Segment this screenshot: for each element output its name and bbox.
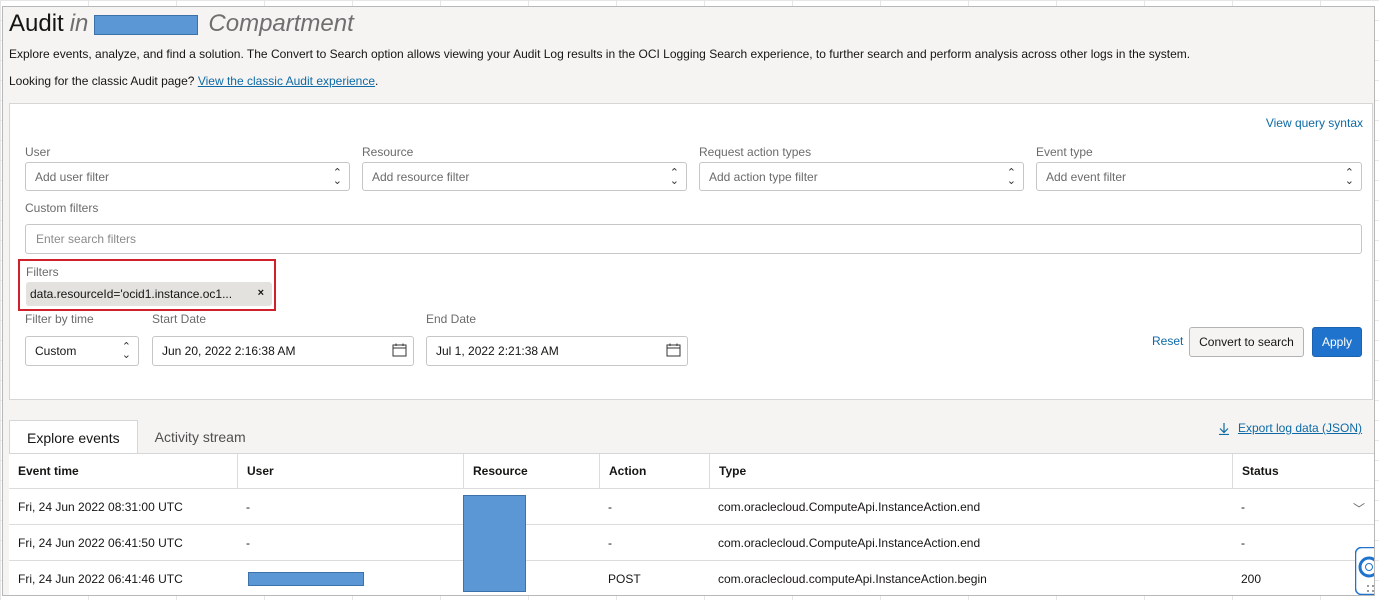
event-type-filter-placeholder: Add event filter [1046, 169, 1127, 184]
filter-by-time-label: Filter by time [25, 312, 94, 326]
page-title: Audit in Compartment [9, 9, 354, 39]
start-date-value: Jun 20, 2022 2:16:38 AM [162, 344, 296, 358]
custom-filters-label: Custom filters [25, 201, 99, 215]
action-type-filter-label: Request action types [699, 145, 812, 159]
classic-audit-prompt: Looking for the classic Audit page? View… [9, 74, 378, 88]
status-cell: - [1241, 535, 1245, 550]
chevron-updown-icon: ⌃ ⌄ [669, 167, 679, 187]
close-icon[interactable]: × [258, 287, 264, 299]
column-header-action[interactable]: Action [599, 454, 709, 488]
event-type-filter-label: Event type [1036, 145, 1093, 159]
table-row[interactable]: Fri, 24 Jun 2022 08:31:00 UTC - - com.or… [9, 489, 1374, 525]
filter-by-time-value: Custom [35, 344, 77, 358]
end-date-value: Jul 1, 2022 2:21:38 AM [436, 344, 559, 358]
tab-bar: Explore events Activity stream [9, 420, 263, 454]
chevron-updown-icon: ⌃ ⌄ [121, 341, 131, 361]
title-audit: Audit [9, 10, 64, 37]
tab-activity-stream[interactable]: Activity stream [138, 420, 263, 454]
filter-chip[interactable]: data.resourceId='ocid1.instance.oc1... × [26, 282, 272, 306]
user-cell: - [246, 535, 250, 550]
table-row[interactable]: Fri, 24 Jun 2022 06:41:46 UTC POST com.o… [9, 561, 1374, 595]
download-icon [1219, 422, 1229, 435]
title-in: in [69, 10, 89, 37]
help-icon[interactable] [1355, 547, 1375, 595]
custom-filters-input[interactable]: Enter search filters [25, 224, 1362, 254]
action-type-filter-placeholder: Add action type filter [709, 169, 818, 184]
column-header-type[interactable]: Type [709, 454, 1232, 488]
reset-link[interactable]: Reset [1152, 334, 1183, 348]
status-cell: 200 [1241, 571, 1262, 586]
event-time-cell: Fri, 24 Jun 2022 08:31:00 UTC [18, 499, 183, 514]
end-date-label: End Date [426, 312, 477, 326]
user-cell [239, 561, 364, 595]
resource-filter-select[interactable]: Add resource filter ⌃ ⌄ [362, 162, 687, 191]
start-date-label: Start Date [152, 312, 207, 326]
resource-column-redaction [463, 495, 526, 592]
calendar-icon[interactable] [666, 343, 681, 357]
chevron-updown-icon: ⌃ ⌄ [1344, 167, 1354, 187]
event-time-cell: Fri, 24 Jun 2022 06:41:46 UTC [18, 571, 183, 586]
column-header-resource[interactable]: Resource [463, 454, 599, 488]
type-cell: com.oraclecloud.ComputeApi.InstanceActio… [718, 499, 981, 514]
action-cell: POST [608, 571, 641, 586]
applied-filters-label: Filters [26, 265, 59, 279]
event-time-cell: Fri, 24 Jun 2022 06:41:50 UTC [18, 535, 183, 550]
action-type-filter-select[interactable]: Add action type filter ⌃ ⌄ [699, 162, 1024, 191]
chevron-down-icon[interactable]: ﹀ [1353, 500, 1365, 517]
classic-prompt-text: Looking for the classic Audit page? [9, 74, 195, 88]
action-cell: - [608, 499, 612, 514]
view-query-syntax-link[interactable]: View query syntax [1266, 116, 1363, 130]
calendar-icon[interactable] [392, 343, 407, 357]
filter-by-time-select[interactable]: Custom ⌃ ⌄ [25, 336, 139, 366]
resource-filter-label: Resource [362, 145, 414, 159]
filter-panel: View query syntax User Add user filter ⌃… [9, 103, 1373, 400]
chevron-updown-icon: ⌃ ⌄ [1006, 167, 1016, 187]
table-row[interactable]: Fri, 24 Jun 2022 06:41:50 UTC - - com.or… [9, 525, 1374, 561]
event-type-filter-select[interactable]: Add event filter ⌃ ⌄ [1036, 162, 1362, 191]
filter-chip-text: data.resourceId='ocid1.instance.oc1... [30, 287, 233, 301]
status-cell: - [1241, 499, 1245, 514]
user-filter-label: User [25, 145, 51, 159]
page-description: Explore events, analyze, and find a solu… [9, 47, 1191, 61]
convert-to-search-button[interactable]: Convert to search [1189, 327, 1304, 357]
events-table: Event time User Resource Action Type Sta… [9, 453, 1374, 595]
apply-button[interactable]: Apply [1312, 327, 1362, 357]
column-header-event-time[interactable]: Event time [9, 454, 237, 488]
tab-explore-events[interactable]: Explore events [9, 420, 138, 454]
chevron-updown-icon: ⌃ ⌄ [332, 167, 342, 187]
title-compartment: Compartment [208, 10, 354, 37]
type-cell: com.oraclecloud.computeApi.InstanceActio… [718, 571, 987, 586]
resource-filter-placeholder: Add resource filter [372, 169, 470, 184]
audit-page: Audit in Compartment Explore events, ana… [2, 6, 1375, 596]
classic-audit-link[interactable]: View the classic Audit experience [198, 74, 375, 88]
table-header-row: Event time User Resource Action Type Sta… [9, 454, 1374, 489]
type-cell: com.oraclecloud.ComputeApi.InstanceActio… [718, 535, 981, 550]
user-filter-select[interactable]: Add user filter ⌃ ⌄ [25, 162, 350, 191]
column-header-user[interactable]: User [237, 454, 463, 488]
user-cell: - [246, 499, 250, 514]
start-date-input[interactable]: Jun 20, 2022 2:16:38 AM [152, 336, 414, 366]
compartment-name-redaction [94, 15, 199, 35]
column-header-status[interactable]: Status [1232, 454, 1374, 488]
export-log-data-link[interactable]: Export log data (JSON) [1218, 421, 1362, 435]
user-filter-placeholder: Add user filter [35, 169, 110, 184]
applied-filters-highlight: Filters data.resourceId='ocid1.instance.… [18, 259, 276, 311]
export-log-data-label: Export log data (JSON) [1238, 421, 1363, 435]
end-date-input[interactable]: Jul 1, 2022 2:21:38 AM [426, 336, 688, 366]
action-cell: - [608, 535, 612, 550]
user-name-redaction [248, 571, 364, 586]
classic-period: . [375, 74, 379, 88]
